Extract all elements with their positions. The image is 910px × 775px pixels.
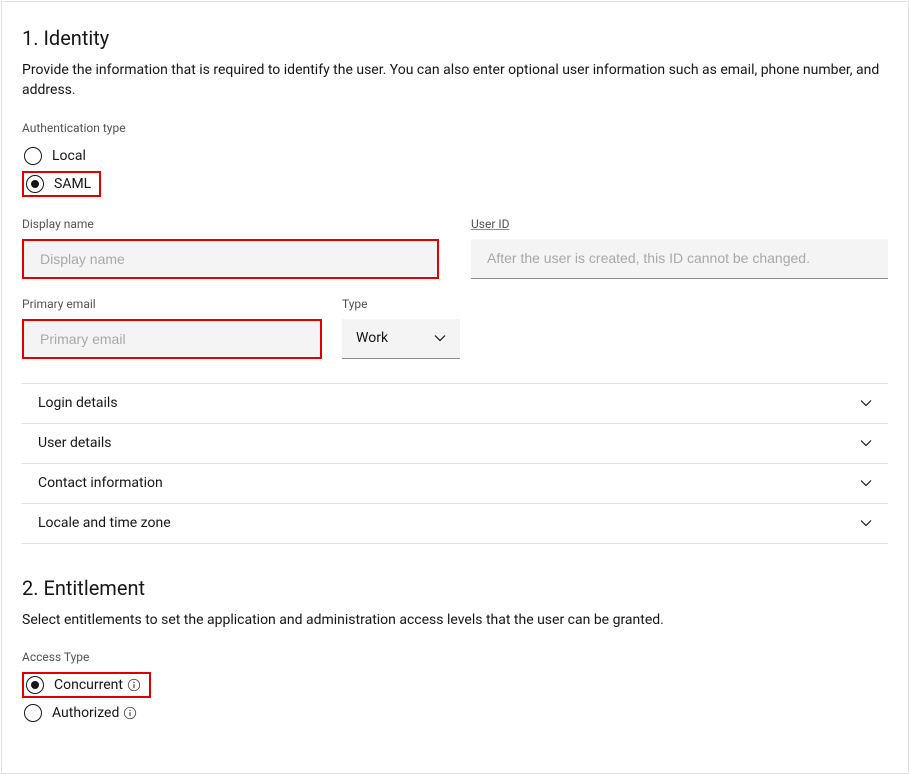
radio-icon	[24, 147, 42, 165]
entitlement-description: Select entitlements to set the applicati…	[22, 610, 888, 630]
user-id-label: User ID	[471, 217, 888, 231]
auth-radio-saml[interactable]: SAML	[22, 171, 101, 197]
email-row: Primary email Type Work	[22, 297, 888, 359]
email-type-col: Type Work	[342, 297, 460, 359]
accordion-label: Login details	[38, 395, 118, 411]
accordion-label: Locale and time zone	[38, 515, 171, 531]
radio-icon	[26, 676, 44, 694]
accordion-label: Contact information	[38, 475, 163, 491]
primary-email-input[interactable]	[22, 319, 322, 359]
auth-type-label: Authentication type	[22, 121, 888, 135]
entitlement-section: 2. Entitlement Select entitlements to se…	[22, 576, 888, 726]
chevron-down-icon	[860, 435, 872, 451]
name-userid-row: Display name User ID	[22, 217, 888, 279]
chevron-down-icon	[860, 395, 872, 411]
email-type-value: Work	[356, 330, 388, 346]
accordion-label: User details	[38, 435, 112, 451]
email-type-label: Type	[342, 297, 460, 311]
radio-label-authorized: Authorized	[52, 705, 119, 721]
accordion-locale-tz[interactable]: Locale and time zone	[22, 504, 888, 544]
accordion-contact-info[interactable]: Contact information	[22, 464, 888, 504]
radio-label-local: Local	[52, 148, 86, 164]
access-radio-concurrent[interactable]: Concurrent	[22, 672, 151, 698]
access-type-group: Concurrent Authorized	[22, 672, 888, 726]
accordion-login-details[interactable]: Login details	[22, 384, 888, 424]
chevron-down-icon	[860, 515, 872, 531]
auth-radio-local[interactable]: Local	[22, 143, 888, 169]
display-name-label: Display name	[22, 217, 439, 231]
radio-icon	[24, 704, 42, 722]
identity-description: Provide the information that is required…	[22, 60, 888, 101]
accordion-user-details[interactable]: User details	[22, 424, 888, 464]
radio-label-concurrent: Concurrent	[54, 677, 123, 693]
primary-email-label: Primary email	[22, 297, 322, 311]
form-panel: 1. Identity Provide the information that…	[1, 1, 909, 774]
display-name-col: Display name	[22, 217, 439, 279]
access-type-label: Access Type	[22, 650, 888, 664]
radio-icon	[26, 175, 44, 193]
access-radio-authorized[interactable]: Authorized	[22, 700, 888, 726]
chevron-down-icon	[434, 330, 446, 346]
identity-title: 1. Identity	[22, 26, 888, 50]
info-icon[interactable]	[127, 678, 141, 692]
display-name-input[interactable]	[22, 239, 439, 279]
email-type-select[interactable]: Work	[342, 319, 460, 359]
identity-accordion: Login details User details Contact infor…	[22, 383, 888, 544]
radio-label-saml: SAML	[54, 176, 91, 192]
primary-email-col: Primary email	[22, 297, 322, 359]
info-icon[interactable]	[123, 706, 137, 720]
auth-type-group: Local SAML	[22, 143, 888, 199]
user-id-col: User ID	[471, 217, 888, 279]
chevron-down-icon	[860, 475, 872, 491]
entitlement-title: 2. Entitlement	[22, 576, 888, 600]
user-id-input[interactable]	[471, 239, 888, 279]
